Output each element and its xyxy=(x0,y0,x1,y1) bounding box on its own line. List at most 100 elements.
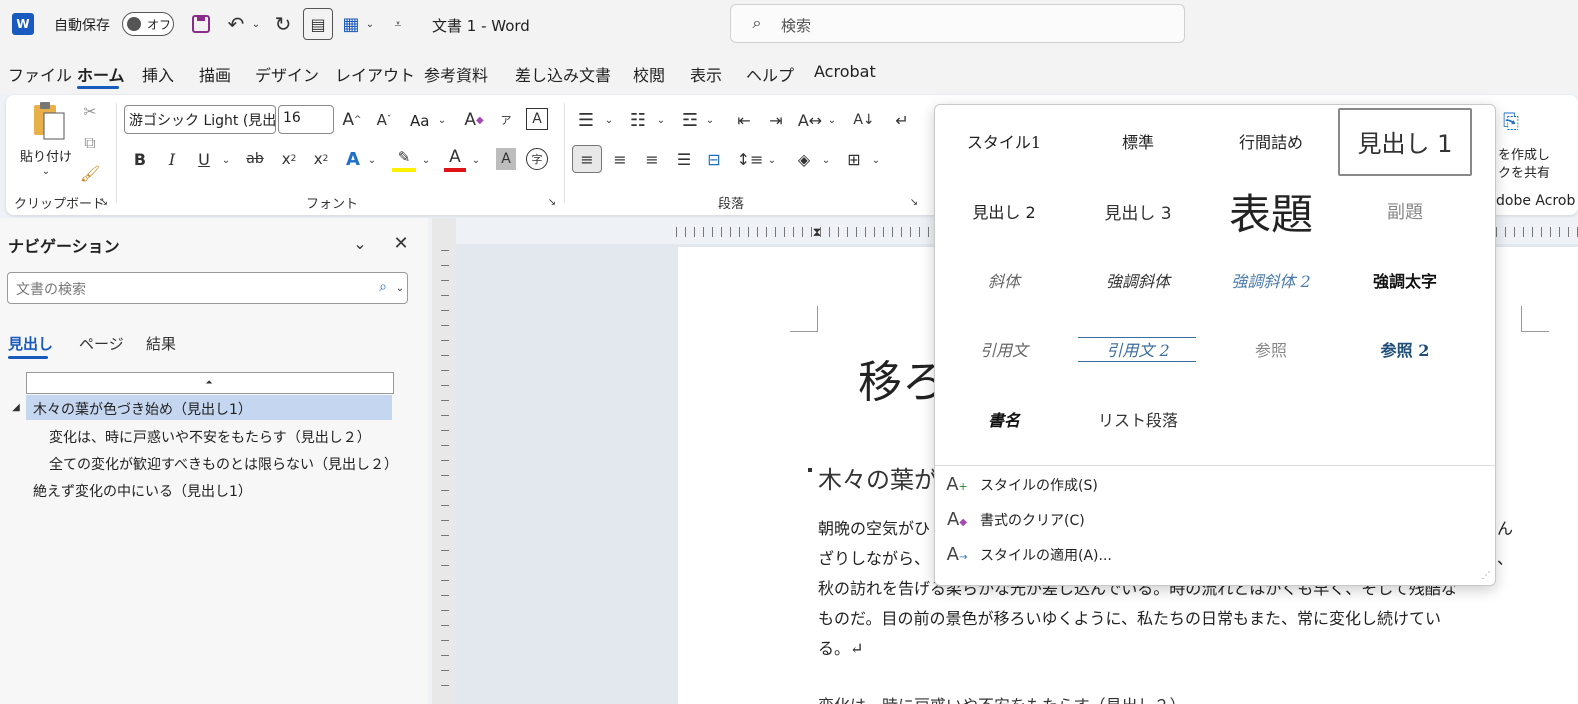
borders-dropdown-icon[interactable]: ⌄ xyxy=(870,152,882,168)
undo-icon[interactable]: ↶ xyxy=(224,12,248,36)
search-box[interactable]: ⌕ 検索 xyxy=(730,4,1185,43)
borders-icon[interactable]: ⊞ xyxy=(842,147,866,171)
apply-styles-menu-item[interactable]: A→ スタイルの適用(A)... xyxy=(946,544,1112,565)
character-spacing-icon[interactable]: A↔ xyxy=(798,108,822,132)
body-line[interactable]: ものだ。目の前の景色が移ろいゆくように、私たちの日常もまた、常に変化し続けてい xyxy=(818,605,1512,629)
change-case-button[interactable]: Aa xyxy=(410,112,429,130)
tab-references[interactable]: 参考資料 xyxy=(424,62,488,86)
align-center-icon[interactable]: ≡ xyxy=(608,147,632,171)
nav-heading-item[interactable]: 変化は、時に戸惑いや不安をもたらす（見出し２） xyxy=(49,427,371,447)
save-icon[interactable] xyxy=(189,12,213,36)
line-spacing-dropdown-icon[interactable]: ⌄ xyxy=(766,152,778,168)
document-heading1-text[interactable]: 木々の葉が xyxy=(818,460,938,495)
font-name-select[interactable]: 游ゴシック Light (見出 xyxy=(124,105,276,134)
subscript-icon[interactable]: x2 xyxy=(278,148,300,170)
sort-icon[interactable]: A↓ xyxy=(852,108,876,132)
nav-heading-item[interactable]: 木々の葉が色づき始め（見出し1） xyxy=(33,399,252,419)
nav-tab-pages[interactable]: ページ xyxy=(79,333,124,354)
style-item[interactable]: 見出し 3 xyxy=(1072,180,1204,242)
bullets-dropdown-icon[interactable]: ⌄ xyxy=(603,112,615,128)
clear-formatting-menu-item[interactable]: A◆ 書式のクリア(C) xyxy=(946,509,1085,530)
increase-indent-icon[interactable]: ⇥ xyxy=(764,108,788,132)
justify-icon[interactable]: ☰ xyxy=(672,147,696,171)
enclose-characters-icon[interactable]: 字 xyxy=(526,148,548,170)
nav-tab-headings[interactable]: 見出し xyxy=(8,333,53,354)
nav-heading-item[interactable]: 全ての変化が歓迎すべきものとは限らない（見出し２） xyxy=(49,454,398,474)
clear-formatting-icon[interactable]: A ◆ xyxy=(462,108,486,132)
collapse-all-bar[interactable]: ⏶ xyxy=(26,372,394,394)
nav-heading-item[interactable]: 絶えず変化の中にいる（見出し1） xyxy=(33,481,252,501)
document-heading2-text[interactable]: 変化は、時に戸惑いや不安をもたらす（見出し２） xyxy=(818,692,1186,704)
strikethrough-icon[interactable]: ab xyxy=(244,148,266,170)
shading-dropdown-icon[interactable]: ⌄ xyxy=(820,152,832,168)
style-item[interactable]: 引用文 2 xyxy=(1072,318,1204,380)
align-right-icon[interactable]: ≡ xyxy=(640,147,664,171)
style-item[interactable]: 表題 xyxy=(1205,180,1337,242)
italic-icon[interactable]: I xyxy=(162,148,182,170)
tab-review[interactable]: 校閲 xyxy=(633,62,665,86)
nav-search-icon[interactable]: ⌕ xyxy=(374,278,392,296)
body-fragment[interactable]: 、 xyxy=(1497,545,1513,569)
style-item[interactable]: 強調斜体 xyxy=(1072,249,1204,311)
customize-toolbar-icon[interactable]: ⩡ xyxy=(390,14,406,34)
phonetic-guide-icon[interactable]: ア xyxy=(496,108,516,132)
tab-insert[interactable]: 挿入 xyxy=(142,62,174,86)
grow-font-icon[interactable]: A ^ xyxy=(340,108,364,132)
tab-view[interactable]: 表示 xyxy=(690,62,722,86)
style-item[interactable]: 参照 xyxy=(1205,318,1337,380)
character-spacing-dropdown-icon[interactable]: ⌄ xyxy=(826,112,838,128)
style-item[interactable]: 副題 xyxy=(1339,180,1471,242)
create-share-label-2[interactable]: クを共有 xyxy=(1498,162,1550,181)
body-line[interactable]: 朝晩の空気がひ xyxy=(818,515,930,539)
distributed-icon[interactable]: ⊟ xyxy=(702,147,726,171)
style-item[interactable]: リスト段落 xyxy=(1072,388,1204,450)
tab-design[interactable]: デザイン xyxy=(255,62,319,86)
style-item[interactable]: 引用文 xyxy=(938,318,1070,380)
tab-file[interactable]: ファイル xyxy=(8,62,72,86)
shading-icon[interactable]: ◈ xyxy=(792,147,816,171)
style-item[interactable]: 行間詰め xyxy=(1205,110,1337,172)
page-view-icon[interactable]: ▤ xyxy=(303,8,333,40)
numbering-icon[interactable]: ☷ xyxy=(626,108,650,132)
underline-dropdown-icon[interactable]: ⌄ xyxy=(220,152,232,168)
document-title-text[interactable]: 移ろ xyxy=(858,346,946,410)
body-line[interactable]: ざりしながら、 xyxy=(818,545,930,569)
resize-grip-icon[interactable]: ⋰ xyxy=(1480,570,1492,582)
shrink-font-icon[interactable]: Aˇ xyxy=(372,108,396,132)
paste-icon[interactable] xyxy=(28,101,68,141)
nav-search-dropdown-icon[interactable]: ⌄ xyxy=(394,280,406,296)
style-item[interactable]: 強調太字 xyxy=(1339,249,1471,311)
multilevel-list-icon[interactable]: ☲ xyxy=(678,108,702,132)
tab-acrobat[interactable]: Acrobat xyxy=(814,62,876,81)
body-line[interactable]: る。↵ xyxy=(818,635,863,659)
tab-home[interactable]: ホーム xyxy=(77,62,125,86)
paste-label[interactable]: 貼り付け xyxy=(20,146,72,165)
create-style-menu-item[interactable]: A+ スタイルの作成(S) xyxy=(946,474,1098,495)
nav-options-chevron-icon[interactable]: ⌄ xyxy=(348,232,372,254)
body-fragment[interactable]: ん xyxy=(1497,515,1513,539)
redo-icon[interactable]: ↻ xyxy=(271,12,295,36)
change-case-dropdown-icon[interactable]: ⌄ xyxy=(436,112,448,128)
indent-marker-icon[interactable]: ⧗ xyxy=(810,218,824,246)
style-item[interactable]: 書名 xyxy=(938,388,1070,450)
tab-mailings[interactable]: 差し込み文書 xyxy=(515,62,611,86)
create-pdf-share-icon[interactable]: ⎘ xyxy=(1496,106,1526,136)
style-item[interactable]: 参照 2 xyxy=(1339,318,1471,380)
character-border-icon[interactable]: A xyxy=(526,108,548,130)
table-dropdown-icon[interactable]: ⌄ xyxy=(364,14,376,34)
expand-triangle-icon[interactable]: ◢ xyxy=(9,400,23,414)
decrease-indent-icon[interactable]: ⇤ xyxy=(732,108,756,132)
text-effects-dropdown-icon[interactable]: ⌄ xyxy=(366,152,378,168)
nav-search-input[interactable]: 文書の検索 ⌕ ⌄ xyxy=(7,272,408,304)
align-left-icon[interactable]: ≡ xyxy=(572,145,602,173)
highlight-dropdown-icon[interactable]: ⌄ xyxy=(420,152,432,168)
nav-tab-results[interactable]: 結果 xyxy=(146,333,176,354)
create-share-label-1[interactable]: を作成し xyxy=(1498,144,1550,163)
clipboard-launcher-icon[interactable]: ↘ xyxy=(98,196,110,208)
underline-icon[interactable]: U xyxy=(194,148,214,170)
multilevel-dropdown-icon[interactable]: ⌄ xyxy=(704,112,716,128)
tab-layout[interactable]: レイアウト xyxy=(335,62,415,86)
font-color-icon[interactable]: A xyxy=(444,146,466,172)
superscript-icon[interactable]: x2 xyxy=(310,148,332,170)
bullets-icon[interactable]: ☰ xyxy=(574,108,598,132)
